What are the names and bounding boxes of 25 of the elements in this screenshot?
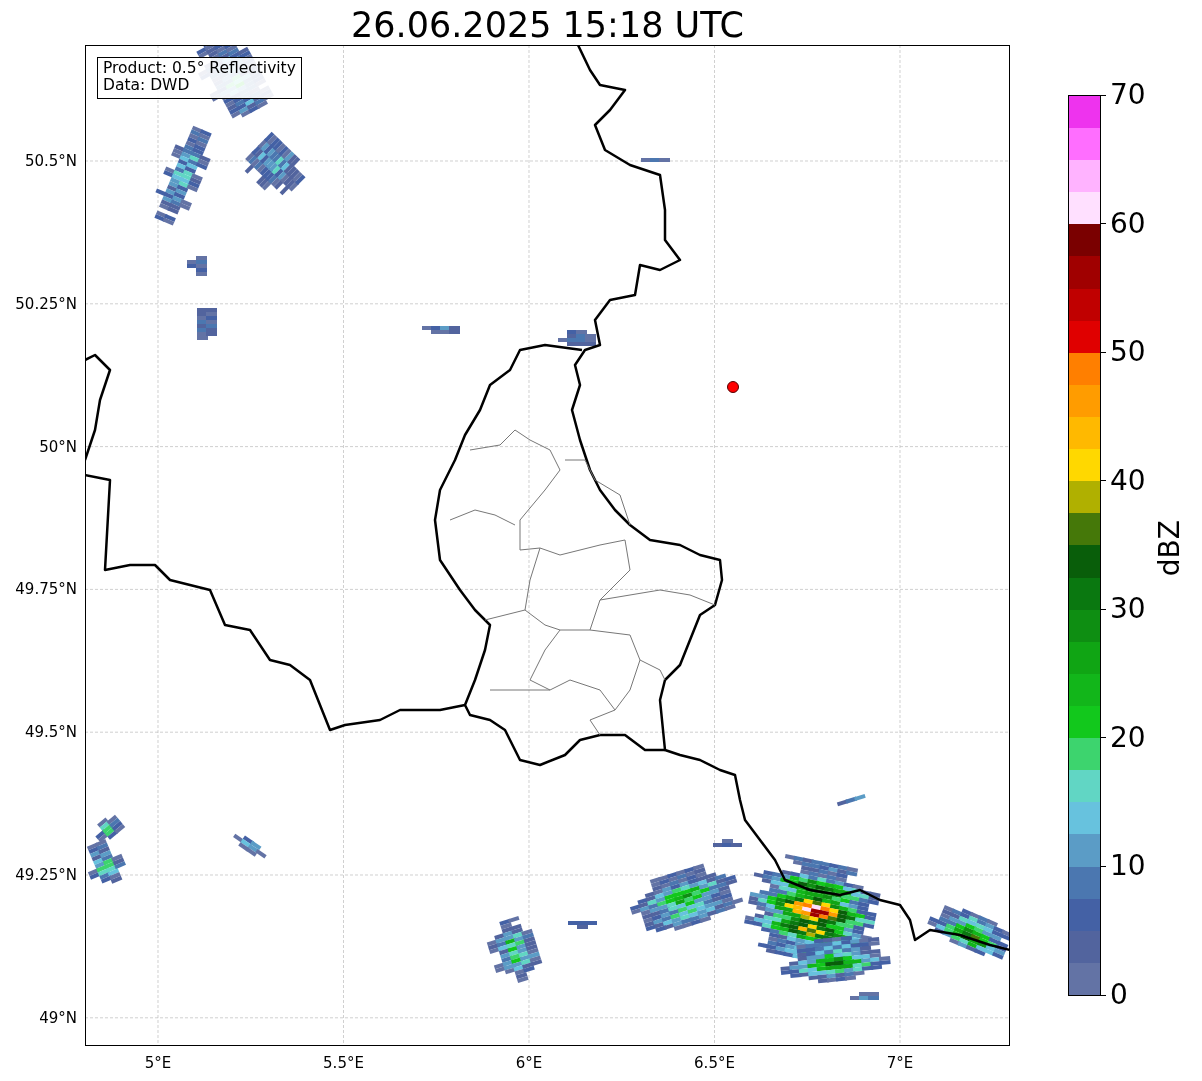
legend-text: Product: 0.5° Reflectivity xyxy=(103,60,296,78)
latitude-label: 50°N xyxy=(39,437,77,456)
longitude-label: 6°E xyxy=(515,1054,543,1072)
colorbar-tick-label: 50 xyxy=(1110,338,1146,367)
colorbar-tick-label: 60 xyxy=(1110,209,1146,238)
chart-title: 26.06.2025 15:18 UTC xyxy=(351,5,744,44)
longitude-label: 7°E xyxy=(886,1054,914,1072)
colorbar-tick-label: 40 xyxy=(1110,466,1146,495)
longitude-label: 6.5°E xyxy=(694,1054,735,1072)
latitude-label: 50.25°N xyxy=(15,294,77,313)
latitude-label: 49.5°N xyxy=(24,723,77,742)
longitude-label: 5°E xyxy=(144,1054,172,1072)
colorbar-tick-label: 0 xyxy=(1110,981,1128,1009)
legend-text: Data: DWD xyxy=(103,77,191,95)
latitude-label: 49°N xyxy=(39,1008,77,1027)
colorbar-tick-label: 70 xyxy=(1110,81,1146,109)
latitude-label: 49.25°N xyxy=(15,866,77,884)
latitude-label: 49.75°N xyxy=(15,580,77,599)
colorbar-label: dBZ xyxy=(1155,520,1186,577)
colorbar-tick-label: 30 xyxy=(1110,595,1146,624)
location-marker xyxy=(727,381,739,393)
colorbar-tick-label: 20 xyxy=(1110,723,1146,752)
latitude-label: 50.5°N xyxy=(24,152,77,170)
longitude-label: 5.5°E xyxy=(323,1054,364,1072)
colorbar-tick-label: 10 xyxy=(1110,852,1146,881)
